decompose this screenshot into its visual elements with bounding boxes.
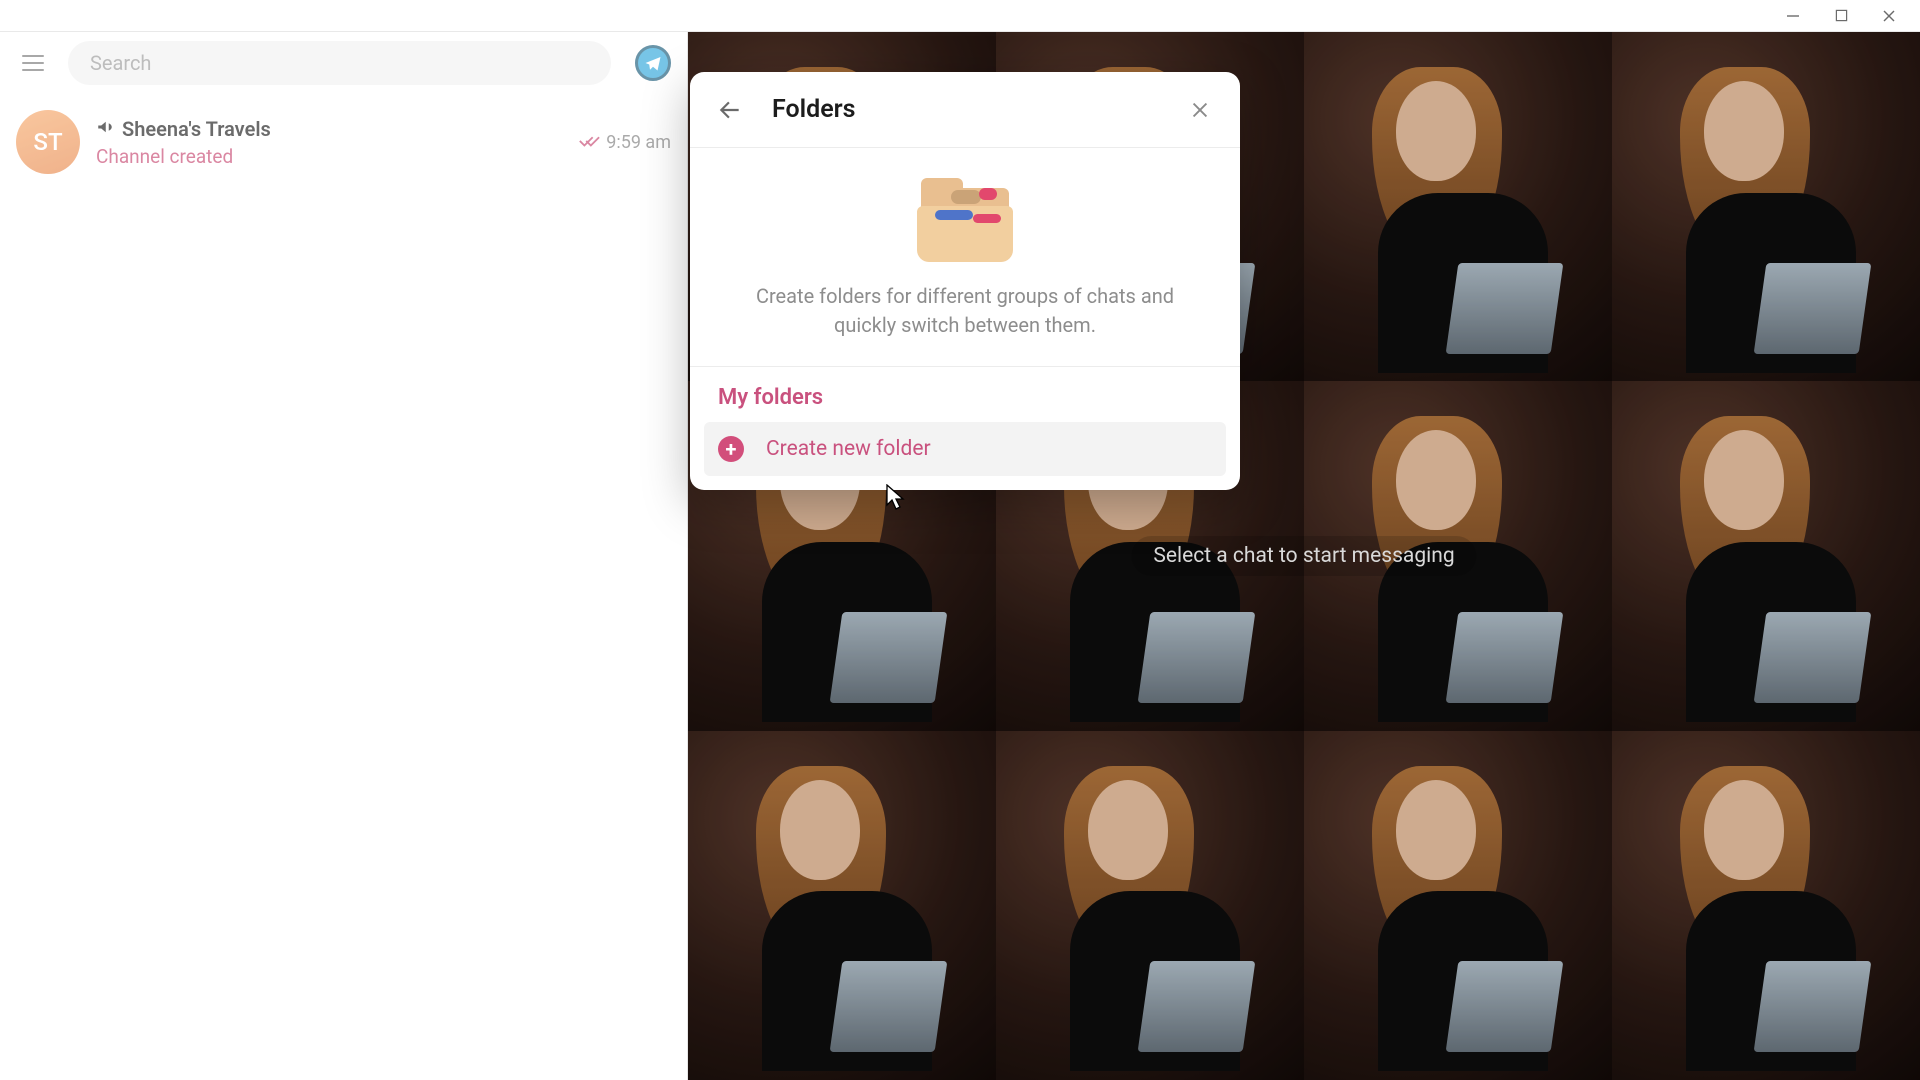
read-check-icon xyxy=(578,129,600,156)
create-new-folder-button[interactable]: + Create new folder xyxy=(704,422,1226,476)
plus-icon: + xyxy=(718,436,744,462)
chat-meta: Sheena's Travels Channel created xyxy=(96,117,562,168)
empty-chat-hint: Select a chat to start messaging xyxy=(1131,536,1476,576)
folder-illustration xyxy=(915,170,1015,262)
back-button[interactable] xyxy=(710,90,750,130)
window-controls xyxy=(1784,7,1898,25)
my-folders-label: My folders xyxy=(690,367,1240,416)
close-button[interactable] xyxy=(1180,90,1220,130)
create-new-folder-label: Create new folder xyxy=(766,437,931,461)
chat-name: Sheena's Travels xyxy=(122,117,271,141)
window-minimize-button[interactable] xyxy=(1784,7,1802,25)
chat-subtitle: Channel created xyxy=(96,145,562,168)
chat-list-item[interactable]: ST Sheena's Travels Channel created xyxy=(6,102,681,182)
search-wrap xyxy=(68,41,611,85)
modal-header: Folders xyxy=(690,72,1240,148)
sidebar: ST Sheena's Travels Channel created xyxy=(0,32,688,1080)
chat-right-meta: 9:59 am xyxy=(578,129,671,156)
sidebar-header xyxy=(0,32,687,94)
modal-title: Folders xyxy=(772,95,1158,124)
modal-hero: Create folders for different groups of c… xyxy=(690,148,1240,367)
avatar: ST xyxy=(16,110,80,174)
window-titlebar xyxy=(0,0,1920,32)
chat-list: ST Sheena's Travels Channel created xyxy=(0,94,687,190)
folders-modal: Folders Create folders for different gro… xyxy=(690,72,1240,490)
search-input[interactable] xyxy=(68,41,611,85)
window-maximize-button[interactable] xyxy=(1832,7,1850,25)
telegram-icon[interactable] xyxy=(635,45,671,81)
chat-time: 9:59 am xyxy=(606,132,671,153)
window-close-button[interactable] xyxy=(1880,7,1898,25)
megaphone-icon xyxy=(96,118,114,140)
menu-button[interactable] xyxy=(12,42,54,84)
modal-description: Create folders for different groups of c… xyxy=(745,282,1185,340)
hamburger-icon xyxy=(22,62,44,64)
